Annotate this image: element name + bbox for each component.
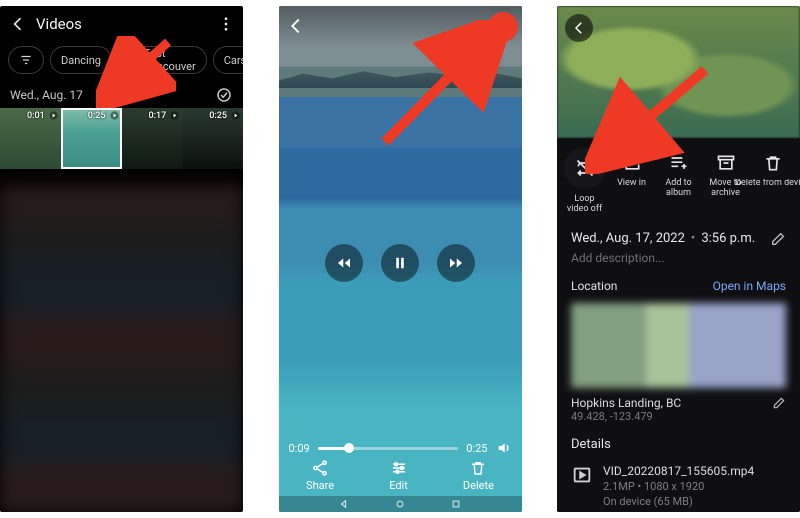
trash-icon (763, 153, 783, 173)
play-icon (48, 110, 59, 121)
place-name: Hopkins Landing, BC (571, 396, 681, 410)
map-preview[interactable] (571, 303, 786, 388)
video-preview (557, 6, 800, 138)
more-icon[interactable] (217, 15, 235, 33)
nav-home-icon[interactable] (395, 499, 405, 509)
scrubber-track[interactable] (318, 447, 459, 450)
file-meta: 2.1MP • 1080 x 1920 (603, 480, 754, 493)
playlist-add-icon (669, 153, 689, 173)
back-icon[interactable] (8, 14, 28, 34)
archive-icon (716, 153, 736, 173)
phone-video-details: Loop video off View in Add to album Move… (557, 6, 800, 512)
filter-button[interactable] (8, 46, 44, 74)
edit-icon[interactable] (772, 396, 786, 410)
blurred-content (0, 186, 243, 512)
file-device: On device (65 MB) (603, 495, 754, 508)
video-thumb-selected[interactable]: 0:25 (61, 108, 122, 169)
capture-datetime: Wed., Aug. 17, 2022•3:56 p.m. (571, 231, 755, 246)
page-title: Videos (36, 15, 209, 33)
location-icon (129, 55, 140, 66)
details-sheet: Loop video off View in Add to album Move… (557, 138, 800, 512)
play-icon (109, 110, 120, 121)
file-info: VID_20220817_155605.mp4 2.1MP • 1080 x 1… (557, 458, 800, 512)
action-row: Loop video off View in Add to album Move… (557, 139, 800, 225)
nav-bar (279, 496, 522, 512)
phone-videos-library: Videos Dancing East Vancouver Cars Wed.,… (0, 6, 243, 512)
playback-controls (279, 244, 522, 282)
video-thumb[interactable]: 0:01 (0, 108, 61, 169)
add-to-album-button[interactable]: Add to album (657, 153, 700, 215)
chip-east-vancouver[interactable]: East Vancouver (118, 46, 207, 74)
time-total: 0:25 (466, 442, 487, 455)
add-description-field[interactable]: Add description... (557, 249, 800, 277)
back-icon[interactable] (285, 15, 307, 37)
chip-dancing[interactable]: Dancing (50, 46, 112, 74)
phone-video-player: 0:09 0:25 Share Edit Delete (279, 6, 522, 512)
scrubber-knob[interactable] (344, 443, 354, 453)
file-name: VID_20220817_155605.mp4 (603, 464, 754, 478)
edit-button[interactable]: Edit (389, 459, 408, 492)
details-label: Details (557, 433, 800, 458)
back-button[interactable] (565, 14, 593, 42)
edit-icon[interactable] (770, 231, 786, 247)
more-menu-button[interactable] (488, 12, 518, 42)
video-file-icon (571, 464, 593, 486)
loop-off-icon (575, 158, 595, 178)
video-thumb[interactable]: 0:17 (122, 108, 183, 169)
chip-cars[interactable]: Cars (213, 46, 243, 74)
time-elapsed: 0:09 (289, 442, 310, 455)
forward-button[interactable] (437, 244, 475, 282)
play-icon (230, 110, 241, 121)
open-external-icon (622, 153, 642, 173)
nav-recent-icon[interactable] (451, 499, 461, 509)
location-label: Location (571, 279, 617, 293)
date-header: Wed., Aug. 17 (10, 88, 83, 102)
select-all-icon[interactable] (215, 86, 233, 104)
play-icon (169, 110, 180, 121)
open-in-maps-link[interactable]: Open in Maps (713, 279, 786, 293)
delete-from-device-button[interactable]: Delete from device (751, 153, 794, 215)
filter-chip-row: Dancing East Vancouver Cars (0, 42, 243, 84)
pause-button[interactable] (381, 244, 419, 282)
view-in-button[interactable]: View in (610, 153, 653, 215)
nav-back-icon[interactable] (339, 499, 349, 509)
video-thumbnail-grid: 0:01 0:25 0:17 0:25 (0, 108, 243, 169)
rewind-button[interactable] (325, 244, 363, 282)
delete-button[interactable]: Delete (463, 459, 494, 492)
coordinates: 49.428, -123.479 (557, 410, 800, 433)
video-thumb[interactable]: 0:25 (182, 108, 243, 169)
share-button[interactable]: Share (306, 459, 334, 492)
bottom-action-bar: Share Edit Delete (279, 454, 522, 496)
loop-video-button[interactable]: Loop video off (563, 153, 606, 215)
